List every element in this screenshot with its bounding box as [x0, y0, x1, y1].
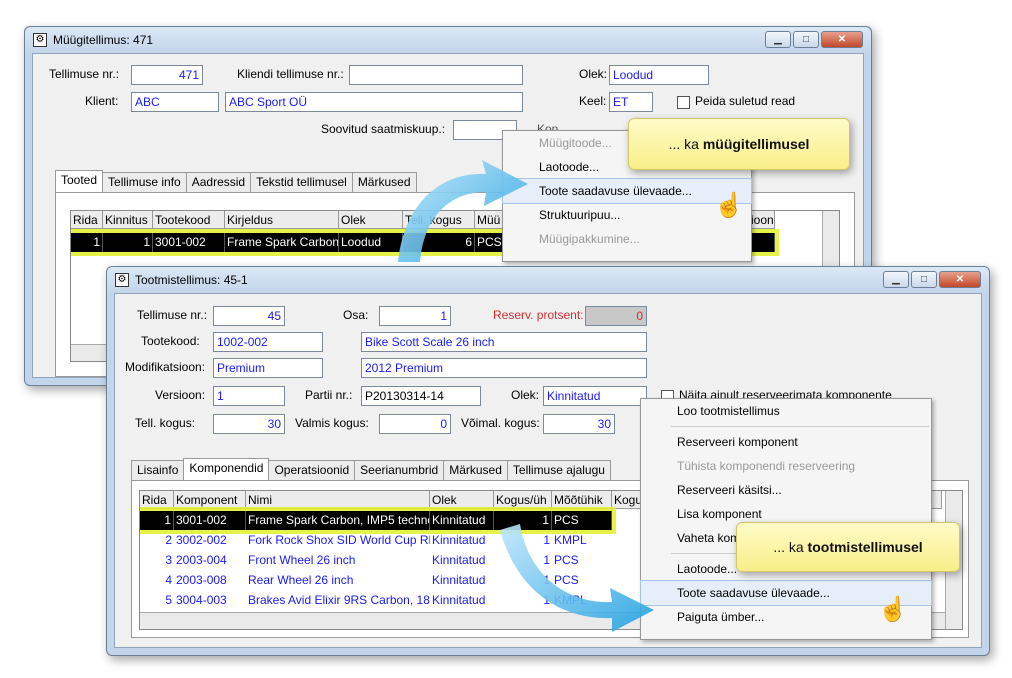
arrow-to-production-menu-icon	[500, 524, 654, 632]
arrow-to-sales-menu-icon	[398, 160, 528, 262]
arrows-overlay	[398, 160, 654, 632]
